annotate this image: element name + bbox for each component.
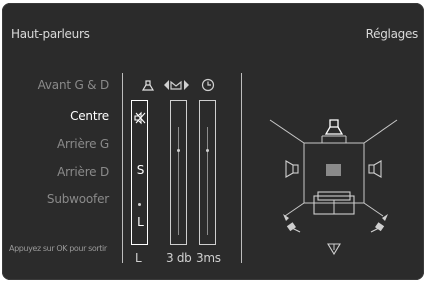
sofa-icon <box>313 191 355 215</box>
room-diagram <box>269 119 398 217</box>
settings-panel: Haut-parleurs Réglages Avant G & D Centr… <box>2 3 424 280</box>
subwoofer-icon <box>327 243 341 256</box>
left-speaker-icon <box>285 160 299 178</box>
center-speaker-icon <box>326 164 341 176</box>
rear-right-speaker-icon <box>370 214 388 233</box>
rear-left-speaker-icon <box>283 214 301 233</box>
front-speaker-icon <box>324 119 344 135</box>
right-speaker-icon <box>368 160 382 178</box>
